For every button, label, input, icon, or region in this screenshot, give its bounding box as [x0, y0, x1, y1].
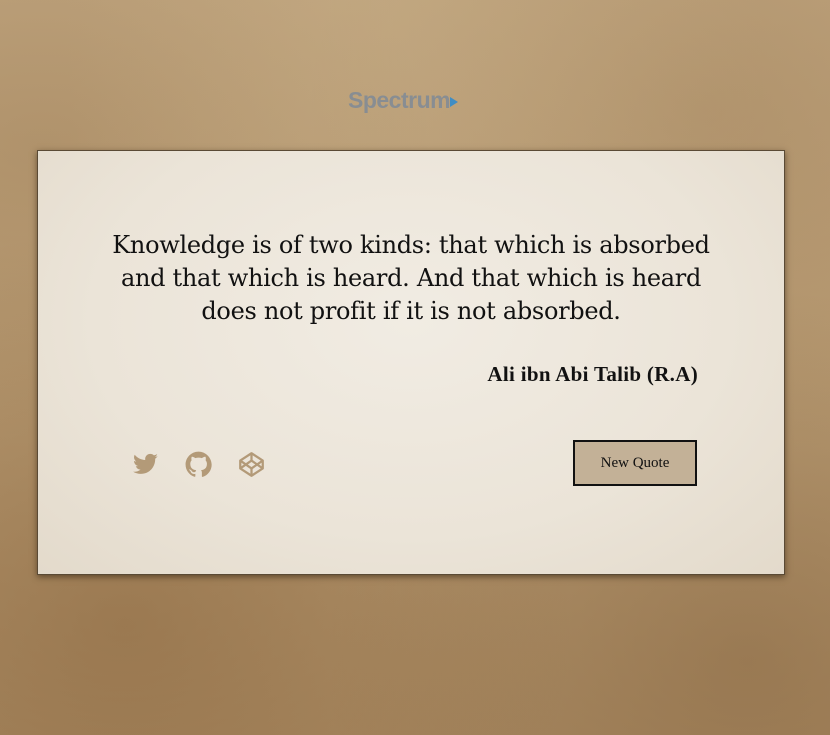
quote-box: Knowledge is of two kinds: that which is… [37, 150, 785, 575]
github-icon [185, 451, 212, 477]
logo-arrow-icon [450, 97, 459, 107]
twitter-icon [133, 453, 158, 474]
quote-author: Ali ibn Abi Talib (R.A) [487, 362, 698, 386]
twitter-link[interactable] [132, 451, 159, 478]
codepen-icon [239, 452, 264, 477]
logo-text: Spectrum [348, 86, 451, 113]
codepen-link[interactable] [238, 451, 265, 478]
social-links [132, 451, 265, 478]
new-quote-button[interactable]: New Quote [573, 440, 697, 486]
quote-text: Knowledge is of two kinds: that which is… [112, 231, 710, 325]
spectrum-logo: Spectrum [348, 86, 459, 114]
github-link[interactable] [185, 451, 212, 478]
